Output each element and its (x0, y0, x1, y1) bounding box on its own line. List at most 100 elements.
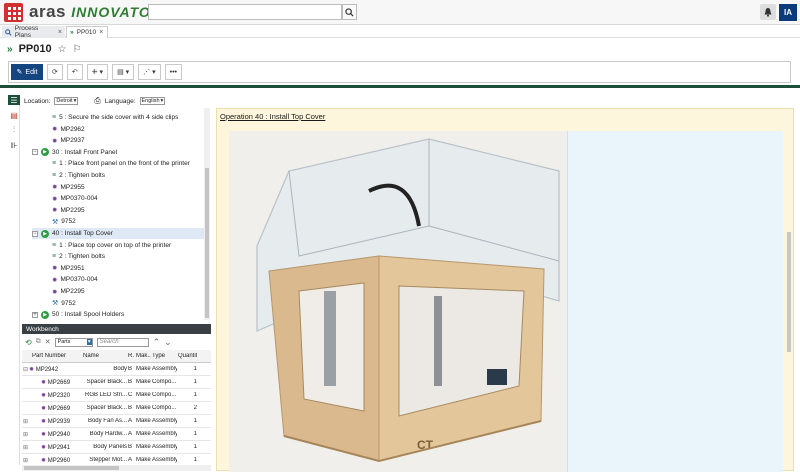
cell-make: Make (136, 418, 151, 424)
share-menu-button[interactable]: ⋰ ▾ (138, 64, 161, 80)
page-title-row: » PP010 ☆ ⚐ (7, 43, 82, 55)
tree-scrollbar[interactable] (204, 108, 210, 320)
tree-item-row[interactable]: ⚒ 9752 (52, 216, 76, 227)
part-gear-icon: ✹ (52, 207, 58, 215)
edit-button[interactable]: ✎ Edit (11, 64, 43, 80)
table-row[interactable]: ⊟✹ MP2942 Body B Make Assembly 1 (22, 363, 211, 376)
expand-icon[interactable]: ⊞ (23, 418, 41, 425)
close-icon[interactable]: × (99, 29, 103, 36)
expand-icon[interactable]: ⊞ (23, 444, 41, 451)
structure-menu-button[interactable]: ⁜ ▾ (86, 64, 109, 80)
tab-pp010[interactable]: » PP010 × (66, 26, 108, 38)
part-gear-icon: ✹ (41, 392, 48, 399)
column-header[interactable]: Quantity (177, 353, 197, 359)
language-select[interactable]: English ▾ (139, 97, 166, 105)
tree-item-label: 40 : Install Top Cover (52, 230, 113, 237)
operation-link[interactable]: Operation 40 : Install Top Cover (220, 112, 325, 121)
bell-icon (764, 8, 772, 17)
tree-item-row[interactable]: ≡ 2 : Tighten bolts (52, 170, 105, 181)
location-select[interactable]: Detroit ▾ (54, 97, 79, 105)
expand-icon[interactable]: + (32, 311, 38, 318)
clipboard-menu-button[interactable]: ▤ ▾ (112, 64, 135, 80)
column-header[interactable]: Type (151, 353, 177, 359)
column-header[interactable]: R. (127, 353, 135, 359)
collapse-icon[interactable]: − (32, 149, 38, 156)
tree-item-label: 50 : Install Spool Holders (52, 311, 125, 319)
expand-icon[interactable]: ⊞ (23, 431, 41, 438)
column-header[interactable]: Part Number (22, 353, 82, 359)
tree-item-row[interactable]: ✹ MP2937 (52, 135, 85, 146)
chevron-down-icon[interactable]: ⌄ (164, 337, 172, 348)
aras-logo: aras INNOVATOR (29, 2, 162, 21)
cell-qty: 1 (193, 379, 197, 385)
open-icon[interactable]: ⧉ (36, 338, 41, 346)
tree-operation-row[interactable]: − ▶ 30 : Install Front Panel (32, 147, 117, 158)
global-search-input[interactable] (148, 4, 342, 20)
tree-operation-row[interactable]: − ▶ 40 : Install Top Cover (32, 228, 210, 239)
operation-icon: ▶ (41, 310, 49, 319)
close-icon[interactable]: ✕ (45, 338, 51, 346)
tree-item-row[interactable]: ✹ MP2295 (52, 286, 85, 297)
workbench-search-input[interactable]: Search (96, 337, 149, 347)
cell-type: Assembly (152, 431, 177, 437)
tree-item-row[interactable]: ≡ 5 : Secure the side cover with 4 side c… (52, 112, 178, 123)
tree-view-icon[interactable]: ☰ (8, 95, 20, 105)
notifications-button[interactable] (760, 4, 776, 20)
printer-icon[interactable]: ⎙ (94, 96, 100, 106)
expand-icon[interactable]: ⊞ (23, 457, 41, 464)
step-list-icon: ≡ (52, 172, 57, 179)
column-header[interactable]: Name (82, 353, 127, 359)
table-row[interactable]: ✹ MP2320 RGB LED Stri... C Make Compo... 1 (22, 389, 211, 402)
table-row[interactable]: ⊞ ✹ MP2940 Body Hardw... A Make Assembly 1 (22, 428, 211, 441)
table-row[interactable]: ⊞ ✹ MP2960 Stepper Mot... A Make Assembly 1 (22, 454, 211, 465)
toolbar-divider (0, 85, 800, 88)
favorite-star-icon[interactable]: ☆ (58, 44, 67, 55)
location-label: Location: (24, 97, 51, 105)
tree-item-row[interactable]: ✹ MP2962 (52, 124, 85, 135)
tree-item-row[interactable]: ≡ 2 : Tighten bolts (52, 251, 105, 262)
collapse-icon[interactable]: − (32, 230, 38, 237)
cell-name: Body Hardw... (89, 431, 127, 437)
refresh-button[interactable]: ⟳ (47, 64, 63, 80)
table-row[interactable]: ⊞ ✹ MP2941 Body Panels B Make Assembly 1 (22, 441, 211, 454)
tab-process-plans[interactable]: Process Plans × (2, 25, 65, 39)
operation-viewer: Operation 40 : Install Top Cover CT (216, 108, 794, 472)
table-row[interactable]: ✹ MP2669 Spacer Black... B Make Compo... 1 (22, 376, 211, 389)
tree-item-label: 1 : Place front panel on the front of th… (59, 160, 190, 168)
more-actions-button[interactable]: ••• (164, 64, 182, 80)
tree-item-row[interactable]: ✹ MP0370-004 (52, 274, 98, 285)
workbench-horizontal-scrollbar[interactable] (22, 465, 211, 471)
chevron-down-icon: ▾ (73, 98, 77, 104)
table-row[interactable]: ✹ MP2669 Spacer Black... B Make Compo... 2 (22, 402, 211, 415)
tree-item-row[interactable]: ≡ 1 : Place front panel on the front of t… (52, 158, 190, 169)
tree-item-row[interactable]: ⚒ 9752 (52, 298, 76, 309)
search-button[interactable] (342, 4, 357, 20)
tree-item-row[interactable]: ✹ MP2955 (52, 182, 85, 193)
tree-item-label: 9752 (61, 218, 76, 226)
refresh-icon[interactable]: ⟲ (25, 338, 32, 347)
list-view-icon[interactable]: ▤ (8, 110, 20, 120)
table-row[interactable]: ⊞ ✹ MP2939 Body Fan As... A Make Assembly 1 (22, 415, 211, 428)
tree-item-row[interactable]: ✹ MP2295 (52, 205, 85, 216)
cell-qty: 1 (193, 418, 197, 424)
structure-tree-icon[interactable]: ⊪ (8, 140, 20, 150)
tree-operation-row[interactable]: + ▶ 50 : Install Spool Holders (32, 309, 124, 320)
column-header[interactable]: Mak... (135, 353, 151, 359)
flag-icon[interactable]: ⚐ (73, 44, 82, 55)
undo-button[interactable]: ↶ (66, 64, 83, 80)
user-avatar[interactable]: IA (779, 4, 797, 21)
tree-item-label: 2 : Tighten bolts (59, 172, 105, 179)
part-gear-icon: ✹ (52, 288, 58, 296)
chevron-down-icon: ▾ (86, 339, 92, 345)
cell-part: MP2960 (47, 457, 71, 464)
tree-item-row[interactable]: ✹ MP2951 (52, 263, 85, 274)
tree-item-row[interactable]: ≡ 1 : Place top cover on top of the print… (52, 240, 171, 251)
workbench-type-select[interactable]: Parts ▾ (54, 337, 93, 347)
app-launcher-icon[interactable] (4, 3, 23, 22)
process-plan-tree: ≡ 5 : Secure the side cover with 4 side c… (22, 108, 210, 320)
viewer-scrollbar[interactable] (786, 112, 792, 472)
tree-item-row[interactable]: ✹ MP0370-004 (52, 193, 98, 204)
hierarchy-icon[interactable]: ⫶ (8, 125, 20, 135)
close-icon[interactable]: × (58, 29, 62, 36)
chevron-up-icon[interactable]: ⌃ (153, 337, 161, 348)
